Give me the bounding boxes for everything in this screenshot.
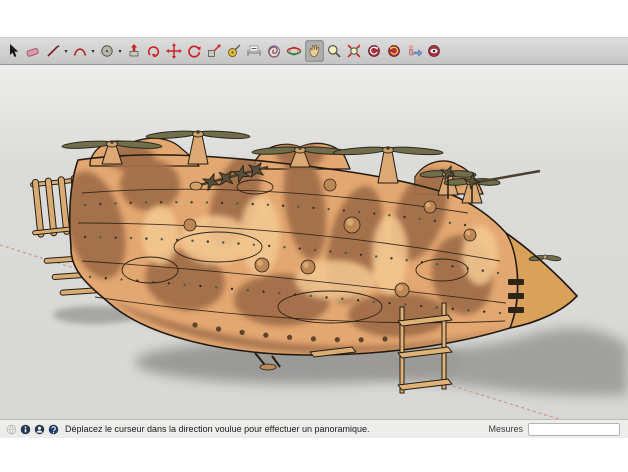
tool-eraser[interactable] (24, 40, 43, 62)
sketchup-window: ▾ ▾ ▾ (0, 37, 628, 438)
help-icon[interactable] (48, 424, 59, 435)
tool-zoom-extents[interactable] (345, 40, 364, 62)
toolbar: ▾ ▾ ▾ (0, 37, 628, 65)
tool-tape-measure[interactable] (225, 40, 244, 62)
tool-select[interactable] (4, 40, 23, 62)
tool-push-pull[interactable] (125, 40, 144, 62)
status-message: Déplacez le curseur dans la direction vo… (65, 424, 370, 434)
tool-follow-me[interactable] (145, 40, 164, 62)
viewport[interactable] (0, 65, 628, 419)
tool-line-dropdown-icon[interactable]: ▾ (62, 48, 70, 55)
tool-circle-dropdown-icon[interactable]: ▾ (116, 48, 124, 55)
tool-orbit[interactable] (285, 40, 304, 62)
bow-cone (506, 233, 577, 328)
tool-position-camera[interactable] (405, 40, 424, 62)
tool-paint-bucket[interactable] (265, 40, 284, 62)
tool-arc[interactable] (71, 40, 90, 62)
tool-previous-view[interactable] (365, 40, 384, 62)
credits-icon[interactable] (34, 424, 45, 435)
model-scene (0, 65, 628, 419)
tool-next-view[interactable] (385, 40, 404, 62)
measurements-input[interactable] (528, 423, 620, 436)
tool-scale[interactable] (205, 40, 224, 62)
status-bar: Déplacez le curseur dans la direction vo… (0, 419, 628, 438)
tool-dimension[interactable] (245, 40, 264, 62)
measurements-label: Mesures (488, 424, 523, 434)
tool-pan[interactable] (305, 40, 324, 62)
tool-zoom[interactable] (325, 40, 344, 62)
tool-look-around[interactable] (425, 40, 444, 62)
tool-circle[interactable] (98, 40, 117, 62)
tool-line[interactable] (44, 40, 63, 62)
geolocation-icon[interactable] (6, 424, 17, 435)
tool-move[interactable] (165, 40, 184, 62)
info-icon[interactable] (20, 424, 31, 435)
tool-arc-dropdown-icon[interactable]: ▾ (89, 48, 97, 55)
status-icons (6, 424, 59, 435)
tool-rotate[interactable] (185, 40, 204, 62)
